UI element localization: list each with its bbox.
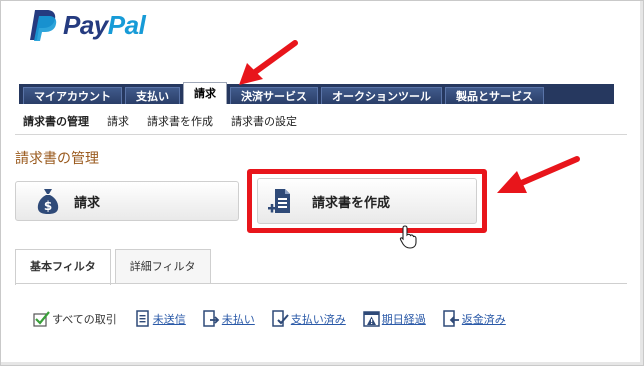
page-title: 請求書の管理 xyxy=(15,151,99,167)
filter-overdue-label: 期日経過 xyxy=(381,312,426,326)
calendar-warning-icon xyxy=(363,311,380,327)
filter-overdue[interactable]: 期日経過 xyxy=(363,310,426,327)
tab-invoicing[interactable]: 請求 xyxy=(183,82,227,104)
check-all-icon xyxy=(33,311,50,327)
subnav-invoice-management[interactable]: 請求書の管理 xyxy=(23,113,89,129)
document-arrow-icon xyxy=(203,310,220,327)
tab-payment-services[interactable]: 決済サービス xyxy=(230,87,318,104)
subnav-create-invoice[interactable]: 請求書を作成 xyxy=(147,113,213,129)
invoice-button-label: 請求 xyxy=(74,195,101,211)
paypal-logo[interactable]: PayPal xyxy=(27,7,146,43)
highlight-box xyxy=(247,169,487,233)
invoice-button[interactable]: $ 請求 xyxy=(15,181,239,221)
filter-refunded[interactable]: 返金済み xyxy=(443,310,506,327)
filter-tab-divider xyxy=(15,283,627,284)
tab-advanced-filter[interactable]: 詳細フィルタ xyxy=(114,249,211,283)
filter-all-label: すべての取引 xyxy=(52,312,117,326)
filter-tabs: 基本フィルタ 詳細フィルタ xyxy=(15,249,215,285)
document-return-icon xyxy=(443,310,459,327)
money-bag-icon: $ xyxy=(37,189,59,214)
sub-nav: 請求書の管理 請求 請求書を作成 請求書の設定 xyxy=(23,113,315,129)
paypal-p-icon xyxy=(30,10,57,41)
filter-paid-label: 支払い済み xyxy=(290,312,346,326)
annotation-arrow-tab xyxy=(239,40,298,85)
filter-paid[interactable]: 支払い済み xyxy=(272,310,346,327)
filter-refunded-label: 返金済み xyxy=(461,312,506,326)
document-check-icon xyxy=(272,310,289,327)
wordmark-part1: Pay xyxy=(63,9,108,40)
main-tab-bar: マイアカウント 支払い 請求 決済サービス オークションツール 製品とサービス xyxy=(19,82,614,104)
filter-unsent-label: 未送信 xyxy=(152,312,186,326)
tab-my-account[interactable]: マイアカウント xyxy=(23,87,122,104)
hand-cursor-icon xyxy=(399,225,417,249)
tab-basic-filter[interactable]: 基本フィルタ xyxy=(15,249,111,285)
page-frame: PayPal マイアカウント 支払い 請求 決済サービス オークションツール 製… xyxy=(0,0,644,366)
filter-unsent[interactable]: 未送信 xyxy=(134,310,186,327)
subnav-invoice[interactable]: 請求 xyxy=(107,113,129,129)
divider xyxy=(15,134,627,135)
wordmark-part2: Pal xyxy=(107,9,146,40)
tab-products-services[interactable]: 製品とサービス xyxy=(445,87,544,104)
filter-links: すべての取引 未送信 未払い 支払い済み 期日経過 返金済み xyxy=(33,310,523,327)
subnav-invoice-settings[interactable]: 請求書の設定 xyxy=(231,113,297,129)
paypal-wordmark: PayPal xyxy=(63,9,146,41)
annotation-arrow-button xyxy=(497,156,580,193)
filter-all[interactable]: すべての取引 xyxy=(33,310,117,327)
svg-text:$: $ xyxy=(44,199,52,213)
filter-unpaid[interactable]: 未払い xyxy=(203,310,255,327)
document-icon xyxy=(136,310,149,327)
tab-auction-tools[interactable]: オークションツール xyxy=(321,87,442,104)
tab-payments[interactable]: 支払い xyxy=(125,87,180,104)
filter-unpaid-label: 未払い xyxy=(221,312,255,326)
